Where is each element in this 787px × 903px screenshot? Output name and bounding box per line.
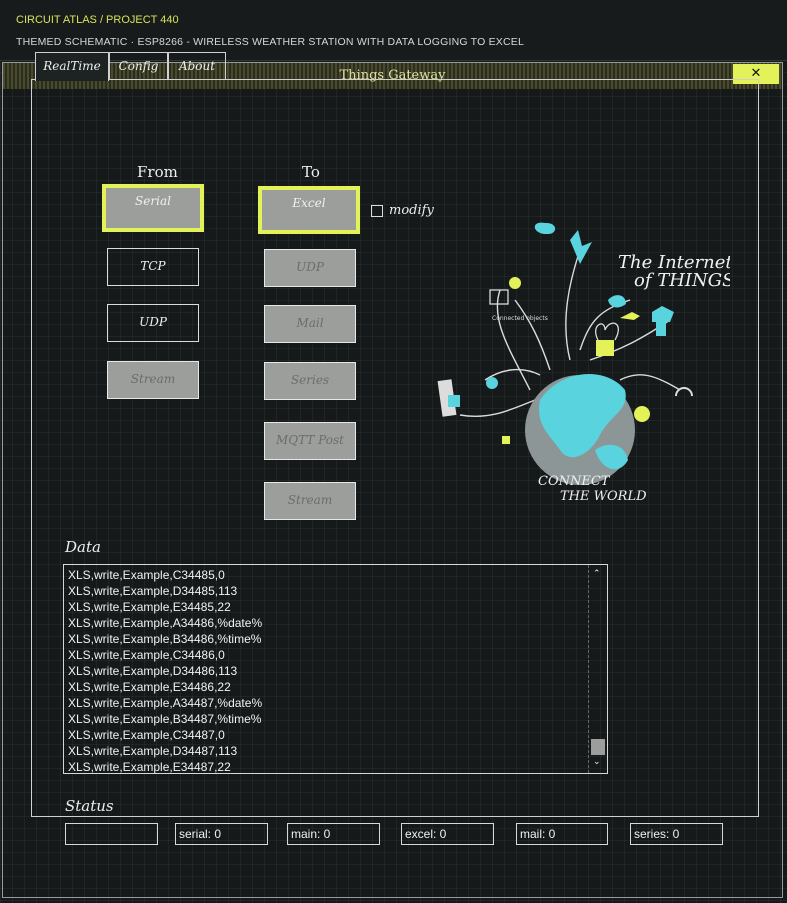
modify-label: modify	[389, 203, 434, 218]
status-field-blank	[65, 823, 158, 845]
list-item: XLS,write,Example,C34486,0	[68, 648, 225, 662]
to-mail-button[interactable]: Mail	[264, 305, 356, 343]
scroll-up-icon[interactable]: ⌃	[593, 569, 601, 579]
scroll-thumb[interactable]	[591, 739, 605, 755]
list-item: XLS,write,Example,E34485,22	[68, 600, 231, 614]
to-udp-button[interactable]: UDP	[264, 249, 356, 287]
list-item: XLS,write,Example,A34487,%date%	[68, 696, 263, 710]
status-field-excel: excel: 0	[401, 823, 494, 845]
modify-checkbox[interactable]	[371, 205, 383, 217]
tab-realtime[interactable]: RealTime	[35, 52, 109, 81]
iot-footer-line2: THE WORLD	[560, 489, 647, 504]
iot-illustration: The Internet of THINGS Connected objects…	[437, 222, 730, 504]
list-item: XLS,write,Example,C34485,0	[68, 568, 225, 582]
list-item: XLS,write,Example,B34486,%time%	[68, 632, 262, 646]
to-mqtt-button[interactable]: MQTT Post	[264, 422, 356, 460]
data-label: Data	[65, 538, 101, 556]
status-field-main: main: 0	[287, 823, 380, 845]
data-listbox[interactable]: XLS,write,Example,C34485,0 XLS,write,Exa…	[63, 564, 608, 774]
from-heading: From	[137, 163, 178, 181]
breadcrumb: CIRCUIT ATLAS / PROJECT 440	[16, 14, 179, 26]
status-field-serial: serial: 0	[175, 823, 268, 845]
from-serial-button[interactable]: Serial	[102, 184, 204, 232]
list-item: XLS,write,Example,E34487,22	[68, 760, 231, 774]
list-item: XLS,write,Example,E34486,22	[68, 680, 231, 694]
from-tcp-button[interactable]: TCP	[107, 248, 199, 286]
from-udp-button[interactable]: UDP	[107, 304, 199, 342]
to-heading: To	[302, 163, 320, 181]
list-item: XLS,write,Example,A34486,%date%	[68, 616, 263, 630]
list-item: XLS,write,Example,D34487,113	[68, 744, 238, 758]
list-item: XLS,write,Example,D34486,113	[68, 664, 238, 678]
from-stream-button[interactable]: Stream	[107, 361, 199, 399]
tab-config[interactable]: Config	[109, 52, 168, 80]
to-excel-button[interactable]: Excel	[258, 186, 360, 234]
status-field-mail: mail: 0	[516, 823, 608, 845]
iot-heading-line2: of THINGS	[634, 270, 730, 291]
status-label: Status	[65, 797, 114, 815]
iot-caption: Connected objects	[492, 315, 548, 322]
scroll-down-icon[interactable]: ⌄	[593, 757, 601, 767]
status-field-series: series: 0	[630, 823, 723, 845]
list-item: XLS,write,Example,D34485,113	[68, 584, 238, 598]
to-stream-button[interactable]: Stream	[264, 482, 356, 520]
data-lines: XLS,write,Example,C34485,0 XLS,write,Exa…	[68, 567, 263, 774]
tab-about[interactable]: About	[168, 52, 226, 80]
to-series-button[interactable]: Series	[264, 362, 356, 400]
list-item: XLS,write,Example,B34487,%time%	[68, 712, 262, 726]
iot-footer-line1: CONNECT	[538, 474, 611, 489]
page-subtitle: THEMED SCHEMATIC · ESP8266 - WIRELESS WE…	[16, 36, 525, 48]
list-item: XLS,write,Example,C34487,0	[68, 728, 225, 742]
data-scrollbar[interactable]: ⌃ ⌄	[588, 565, 607, 773]
